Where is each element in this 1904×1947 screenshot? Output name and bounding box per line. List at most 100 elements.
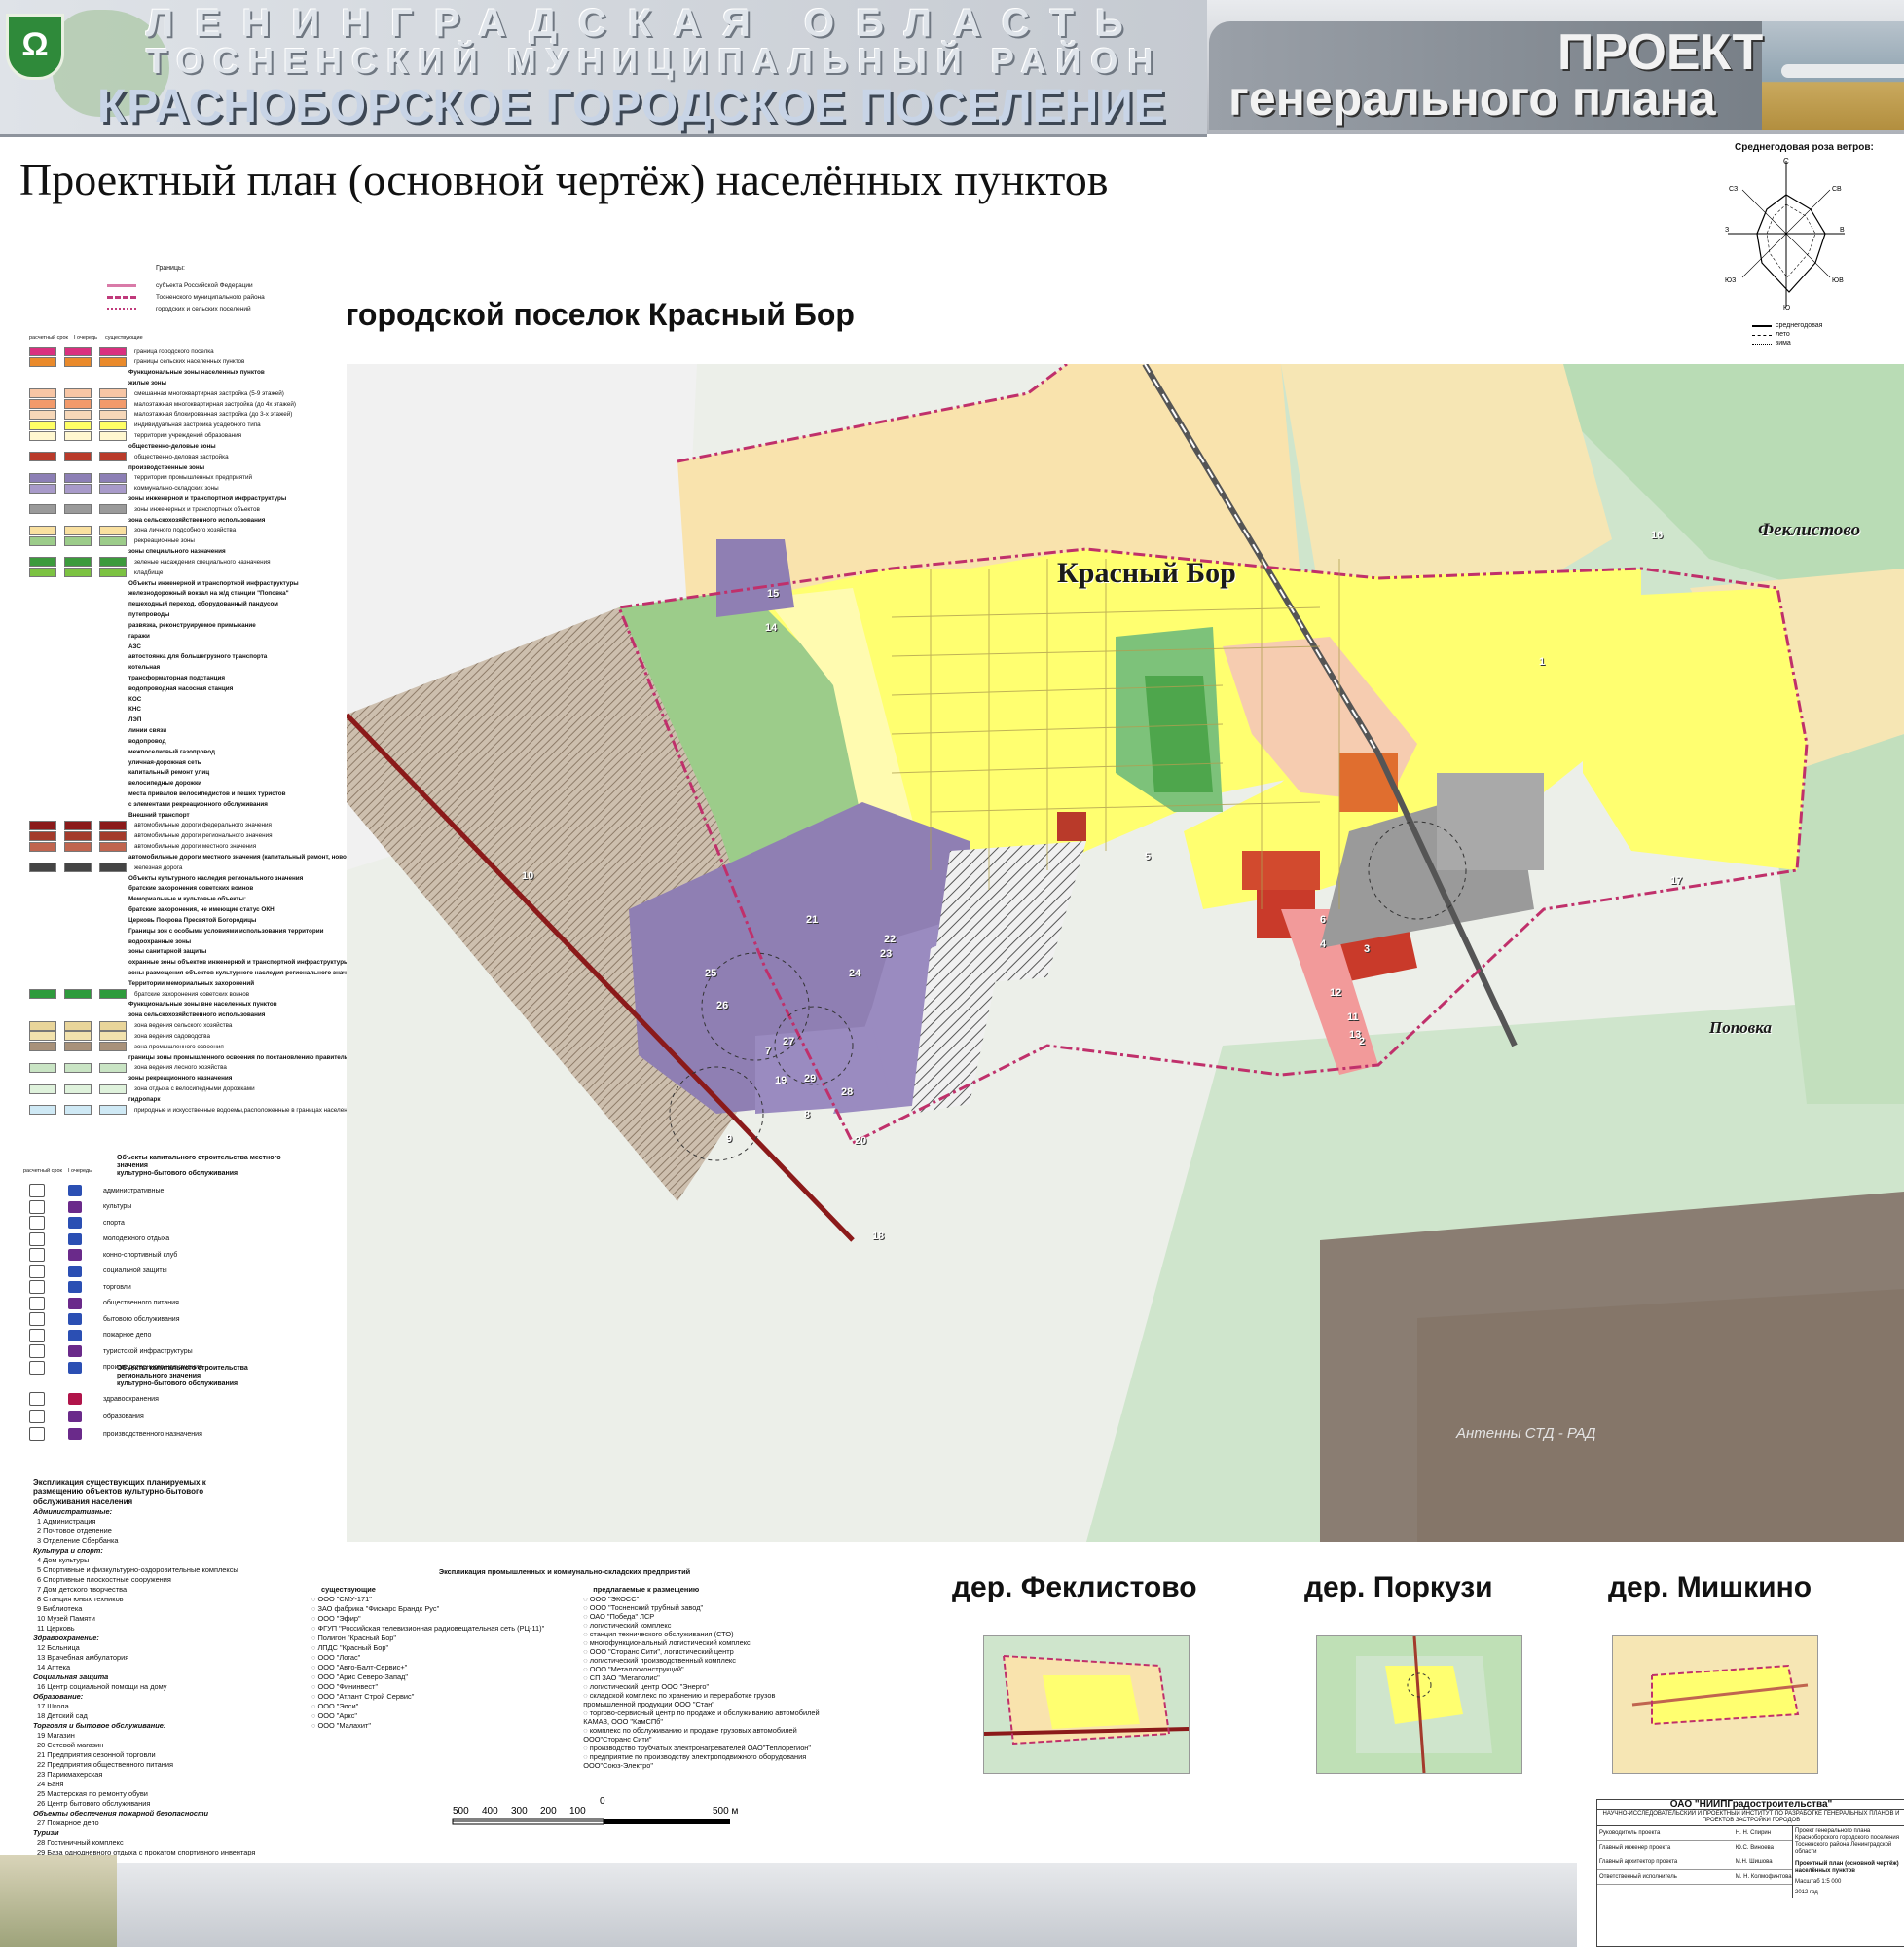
wind-dir-e: В: [1840, 227, 1845, 234]
legend-swatch: [29, 369, 55, 377]
legend-label: линии связи: [128, 727, 167, 735]
map-object-number[interactable]: 4: [1320, 938, 1326, 950]
legend-swatch: [62, 748, 88, 755]
explication-group: Образование:: [33, 1692, 84, 1701]
legend-label: гидропарк: [128, 1095, 161, 1103]
map-object-number[interactable]: 9: [726, 1133, 732, 1145]
map-object-number[interactable]: 20: [855, 1135, 866, 1147]
legend-swatch: [95, 379, 121, 386]
legend-swatch: [64, 388, 92, 399]
legend-swatch: [62, 496, 88, 503]
map-object-number[interactable]: 25: [705, 968, 716, 979]
legend-item: зона ведения сельского хозяйства: [29, 1020, 232, 1031]
wind-dir-n: С: [1783, 157, 1789, 165]
legend-item: Территории мемориальных захоронений: [29, 978, 254, 988]
stamp-row: Главный инженер проекта Ю.С. Виноева: [1597, 1841, 1792, 1855]
map-object-number[interactable]: 21: [806, 914, 818, 926]
map-object-number[interactable]: 29: [804, 1073, 816, 1084]
legend-item: водопровод: [29, 736, 165, 746]
map-object-number[interactable]: 12: [1330, 987, 1341, 999]
legend-swatch: [62, 621, 88, 629]
object-icon: [29, 1328, 45, 1342]
object-icon: [68, 1361, 82, 1374]
legend-item: Границы зон с особыми условиями использо…: [29, 926, 323, 936]
object-icon: [29, 1392, 45, 1406]
map-object-number[interactable]: 6: [1320, 914, 1326, 926]
wind-rose-icon: С СВ В ЮВ Ю ЮЗ З СЗ: [1725, 157, 1845, 312]
legend-swatch: [95, 727, 121, 735]
legend-swatch: [29, 420, 56, 430]
explication-services: Экспликация существующих планируемых к р…: [33, 1478, 325, 1857]
legend-swatch: [64, 557, 92, 568]
legend-swatch: [29, 863, 56, 873]
legend-label: рекреационные зоны: [134, 537, 195, 545]
explication-group: Объекты обеспечения пожарной безопасност…: [33, 1809, 209, 1818]
legend-swatch: [29, 379, 55, 386]
inset-map-mishkino[interactable]: [1612, 1635, 1818, 1774]
object-legend-item: пожарное депо: [29, 1328, 151, 1342]
legend-swatch: [62, 369, 88, 377]
legend-item: зона ведения садоводства: [29, 1031, 210, 1042]
explication-item: 12 Больница: [37, 1643, 80, 1652]
map-object-number[interactable]: 14: [765, 622, 777, 634]
industry-planned-item: ◌ ООО "Металлоконструкций": [583, 1665, 684, 1673]
map-object-number[interactable]: 2: [1359, 1036, 1365, 1047]
industry-existing-item: ◌ Полигон "Красный Бор": [311, 1634, 397, 1642]
legend-swatch: [29, 780, 55, 788]
legend-swatch: [95, 748, 121, 755]
map-object-number[interactable]: 5: [1145, 851, 1151, 863]
obj-legend-list: административные культуры спорта молодежног…: [29, 1184, 321, 1375]
legend-swatch: [62, 979, 88, 987]
legend-swatch: [29, 937, 55, 945]
legend-label: автомобильные дороги регионального значе…: [134, 832, 273, 840]
legend-swatch: [29, 1001, 55, 1009]
explication-industry-title: Экспликация промышленных и коммунально-с…: [438, 1567, 691, 1576]
legend-swatch: [95, 790, 121, 798]
wind-rose-title: Среднегодовая роза ветров:: [1735, 142, 1874, 153]
legend-swatch: [95, 959, 121, 967]
legend-item: общественно-деловая застройка: [29, 452, 229, 462]
object-legend-label: производственного назначения: [103, 1430, 202, 1438]
map-object-number[interactable]: 15: [767, 588, 779, 600]
legend-swatch: [99, 989, 127, 1000]
legend-item: братские захоронения, не имеющие статус …: [29, 905, 275, 915]
legend-swatch: [29, 356, 56, 367]
legend-swatch: [95, 442, 121, 450]
legend-swatch: [95, 716, 121, 724]
map-object-number[interactable]: 7: [765, 1046, 771, 1057]
legend-swatch: [95, 463, 121, 471]
explication-industry: Экспликация промышленных и коммунально-с…: [302, 1567, 827, 1770]
legend-label: железнодорожный вокзал на ж/д станции "П…: [128, 590, 289, 598]
inset-map-feklistovo[interactable]: [983, 1635, 1190, 1774]
map-object-number[interactable]: 16: [1651, 530, 1663, 541]
explication-group: Культура и спорт:: [33, 1546, 103, 1555]
inset-map-porkuzi[interactable]: [1316, 1635, 1522, 1774]
main-map[interactable]: Красный Бор Феклистово Поповка Антенны С…: [347, 364, 1904, 1542]
map-object-number[interactable]: 18: [872, 1231, 884, 1242]
map-object-number[interactable]: 3: [1364, 943, 1370, 955]
legend-swatch: [29, 1031, 56, 1042]
map-object-number[interactable]: 17: [1670, 875, 1682, 887]
legend-swatch: [62, 853, 88, 861]
legend-item: зоны рекреационного назначения: [29, 1074, 232, 1084]
map-object-number[interactable]: 8: [804, 1109, 810, 1120]
explication-item: 24 Баня: [37, 1780, 64, 1788]
industry-planned-item: ◌ станция технического обслуживания (СТО…: [583, 1630, 734, 1638]
map-object-number[interactable]: 19: [775, 1075, 787, 1086]
map-object-number[interactable]: 28: [841, 1086, 853, 1098]
legend-swatch: [29, 727, 55, 735]
map-object-number[interactable]: 23: [880, 948, 892, 960]
map-object-number[interactable]: 24: [849, 968, 860, 979]
map-object-number[interactable]: 26: [716, 1000, 728, 1011]
object-icon: [68, 1297, 82, 1309]
legend-swatch: [64, 452, 92, 462]
map-object-number[interactable]: 11: [1347, 1011, 1359, 1023]
legend-swatch: [62, 674, 88, 681]
map-object-number[interactable]: 1: [1539, 656, 1545, 668]
map-object-number[interactable]: 27: [783, 1036, 794, 1047]
legend-swatch: [29, 601, 55, 608]
legend-item: с элементами рекреационного обслуживания: [29, 799, 268, 809]
object-icon: [68, 1428, 82, 1440]
map-object-number[interactable]: 22: [884, 934, 896, 945]
map-object-number[interactable]: 10: [522, 870, 533, 882]
